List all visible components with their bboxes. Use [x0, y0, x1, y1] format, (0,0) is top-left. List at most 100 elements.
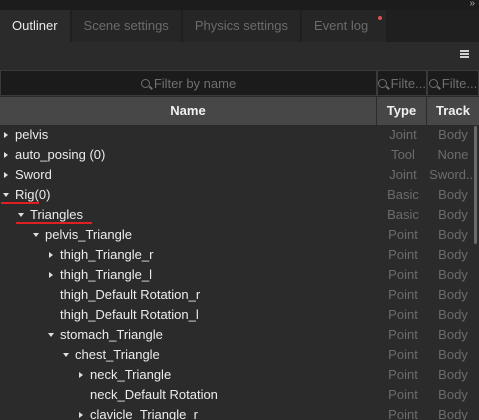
tree-row[interactable]: auto_posing (0) Tool None [0, 145, 479, 165]
collapsed-arrow-icon[interactable] [76, 405, 86, 420]
hamburger-icon[interactable] [460, 50, 469, 58]
outliner-toolbar [0, 42, 479, 68]
column-header-type[interactable]: Type [377, 97, 427, 125]
collapsed-arrow-icon[interactable] [1, 125, 11, 145]
column-header-track[interactable]: Track [427, 97, 479, 125]
tree-row-track: Body [438, 347, 468, 362]
collapsed-arrow-icon[interactable] [46, 265, 56, 285]
tree-row[interactable]: chest_Triangle Point Body [0, 345, 479, 365]
expanded-arrow-icon[interactable] [31, 225, 41, 245]
tab-label: Scene settings [83, 18, 169, 33]
tab-bar: Outliner Scene settings Physics settings… [0, 10, 479, 42]
tree-row[interactable]: neck_Default Rotation Point Body [0, 385, 479, 405]
tree-row-label: thigh_Default Rotation_r [60, 287, 201, 302]
tree-row-label: thigh_Triangle_r [60, 247, 154, 262]
type-filter-placeholder: Filte... [390, 75, 426, 91]
annotation-underline [16, 222, 92, 224]
tree-row-track: Body [438, 207, 468, 222]
tree-row-type: Point [388, 287, 418, 302]
tree-row-type: Basic [387, 187, 419, 202]
tree-row-label: auto_posing (0) [15, 147, 106, 162]
name-filter-input[interactable]: Filter by name [0, 70, 377, 96]
tab-label: Outliner [12, 18, 58, 33]
column-header-name[interactable]: Name [0, 97, 377, 125]
tree-row-track: Body [438, 407, 468, 420]
tree-row-track: Body [438, 127, 468, 142]
track-filter-placeholder: Filte... [441, 75, 478, 91]
tree-row-track: Body [438, 327, 468, 342]
vertical-scrollbar[interactable] [474, 126, 477, 244]
tree-row-track: Body [438, 267, 468, 282]
tree-row[interactable]: stomach_Triangle Point Body [0, 325, 479, 345]
tree-row[interactable]: thigh_Default Rotation_l Point Body [0, 305, 479, 325]
collapsed-arrow-icon[interactable] [1, 165, 11, 185]
collapsed-arrow-icon[interactable] [46, 245, 56, 265]
tree-row-type: Point [388, 307, 418, 322]
tree-row-label: pelvis_Triangle [45, 227, 132, 242]
notification-dot [378, 16, 383, 20]
tree-row[interactable]: pelvis Joint Body [0, 125, 479, 145]
tab-event-log[interactable]: Event log [302, 10, 387, 42]
tree-row-label: thigh_Triangle_l [60, 267, 153, 282]
tree-row-track: Body [438, 367, 468, 382]
tree-row[interactable]: Triangles Basic Body [0, 205, 479, 225]
tree-row-label: clavicle_Triangle_r [90, 407, 198, 420]
tree-row-track: Body [438, 307, 468, 322]
tree-row-label: chest_Triangle [75, 347, 160, 362]
tree-row-label: stomach_Triangle [60, 327, 163, 342]
collapsed-arrow-icon[interactable] [1, 145, 11, 165]
tree-row[interactable]: Sword Joint Sword... [0, 165, 479, 185]
tab-outliner[interactable]: Outliner [0, 10, 70, 42]
filter-bar: Filter by name Filte... Filte... [0, 70, 479, 96]
tree-row-label: thigh_Default Rotation_l [60, 307, 199, 322]
tab-physics-settings[interactable]: Physics settings [182, 10, 301, 42]
tree-row-type: Basic [387, 207, 419, 222]
tree-row-track: None [437, 147, 469, 162]
tree-row-type: Point [388, 247, 418, 262]
tree-row-type: Point [388, 347, 418, 362]
tree-row-type: Joint [389, 167, 417, 182]
type-filter-input[interactable]: Filte... [377, 70, 427, 96]
tree-row-type: Point [388, 327, 418, 342]
tree-row-label: neck_Default Rotation [90, 387, 218, 402]
tree-row-type: Tool [391, 147, 415, 162]
search-icon [140, 78, 150, 88]
tab-label: Event log [314, 18, 369, 33]
tab-label: Physics settings [194, 18, 289, 33]
tree-row-type: Point [388, 387, 418, 402]
tree-row-label: Sword [15, 167, 52, 182]
tree-row-type: Joint [389, 127, 417, 142]
expanded-arrow-icon[interactable] [61, 345, 71, 365]
tree-row-type: Point [388, 407, 418, 420]
collapsed-arrow-icon[interactable] [76, 365, 86, 385]
tree-row-track: Body [438, 227, 468, 242]
tree-row[interactable]: thigh_Default Rotation_r Point Body [0, 285, 479, 305]
tree-row-track: Body [438, 247, 468, 262]
search-icon [428, 78, 438, 88]
tree-row-track: Body [438, 387, 468, 402]
column-header: Name Type Track [0, 97, 479, 125]
track-filter-input[interactable]: Filte... [427, 70, 479, 96]
tree-row[interactable]: thigh_Triangle_r Point Body [0, 245, 479, 265]
tree-row-label: neck_Triangle [90, 367, 172, 382]
window-top-strip: » [0, 0, 479, 10]
search-icon [378, 78, 387, 88]
name-filter-placeholder: Filter by name [153, 75, 237, 91]
tree-row[interactable]: Rig(0) Basic Body [0, 185, 479, 205]
outliner-tree: pelvis Joint Body auto_posing (0) Tool None Sw… [0, 125, 479, 420]
tab-scene-settings[interactable]: Scene settings [71, 10, 181, 42]
tree-row-track: Sword... [429, 167, 477, 182]
expanded-arrow-icon[interactable] [46, 325, 56, 345]
tree-row[interactable]: thigh_Triangle_l Point Body [0, 265, 479, 285]
annotation-underline [1, 202, 39, 204]
tree-row[interactable]: clavicle_Triangle_r Point Body [0, 405, 479, 420]
tree-row-track: Body [438, 287, 468, 302]
tree-row[interactable]: pelvis_Triangle Point Body [0, 225, 479, 245]
tree-row-type: Point [388, 367, 418, 382]
tree-row-type: Point [388, 227, 418, 242]
tree-row-track: Body [438, 187, 468, 202]
tree-row[interactable]: neck_Triangle Point Body [0, 365, 479, 385]
tree-row-label: pelvis [15, 127, 49, 142]
expand-panel-icon[interactable]: » [469, 0, 475, 10]
tree-row-type: Point [388, 267, 418, 282]
